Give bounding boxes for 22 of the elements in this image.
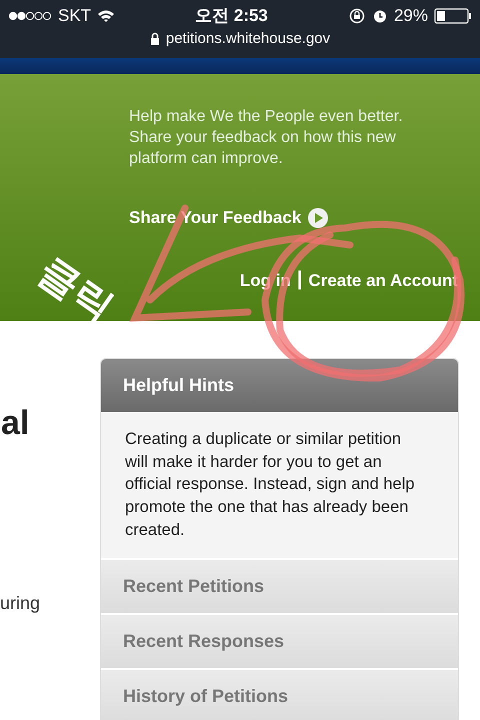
sidebar-item[interactable]: History of Petitions: [101, 668, 458, 720]
carrier-name: SKT: [58, 6, 92, 26]
sidebar-header: Helpful Hints: [101, 359, 458, 412]
sidebar-item[interactable]: Recent Petitions: [101, 558, 458, 613]
sidebar-item[interactable]: Recent Responses: [101, 612, 458, 668]
rotation-lock-icon: [348, 8, 366, 24]
feedback-link[interactable]: Share Your Feedback: [129, 208, 302, 228]
play-icon[interactable]: [307, 207, 330, 229]
page-heading: al: [1, 404, 30, 443]
clock-time: 오전 2:53: [195, 5, 268, 27]
link-separator: |: [296, 271, 302, 291]
alarm-icon: [372, 8, 388, 24]
hint-text: Creating a duplicate or similar petition will make it harder for you to get an official response. Instead, sign and help promote the one that has already been created.: [101, 412, 458, 558]
battery-percent: 29%: [394, 6, 428, 26]
wifi-icon: [97, 8, 116, 22]
body-text: uring: [0, 593, 40, 614]
address-bar[interactable]: petitions.whitehouse.gov: [8, 30, 472, 47]
annotation-text: 클릭: [29, 248, 122, 333]
battery-icon: [434, 8, 472, 24]
signal-icon: [8, 10, 52, 20]
banner-message: Help make We the People even better. Share your feedback on how this new platform can improve.: [129, 107, 404, 169]
lock-icon: [150, 32, 160, 45]
